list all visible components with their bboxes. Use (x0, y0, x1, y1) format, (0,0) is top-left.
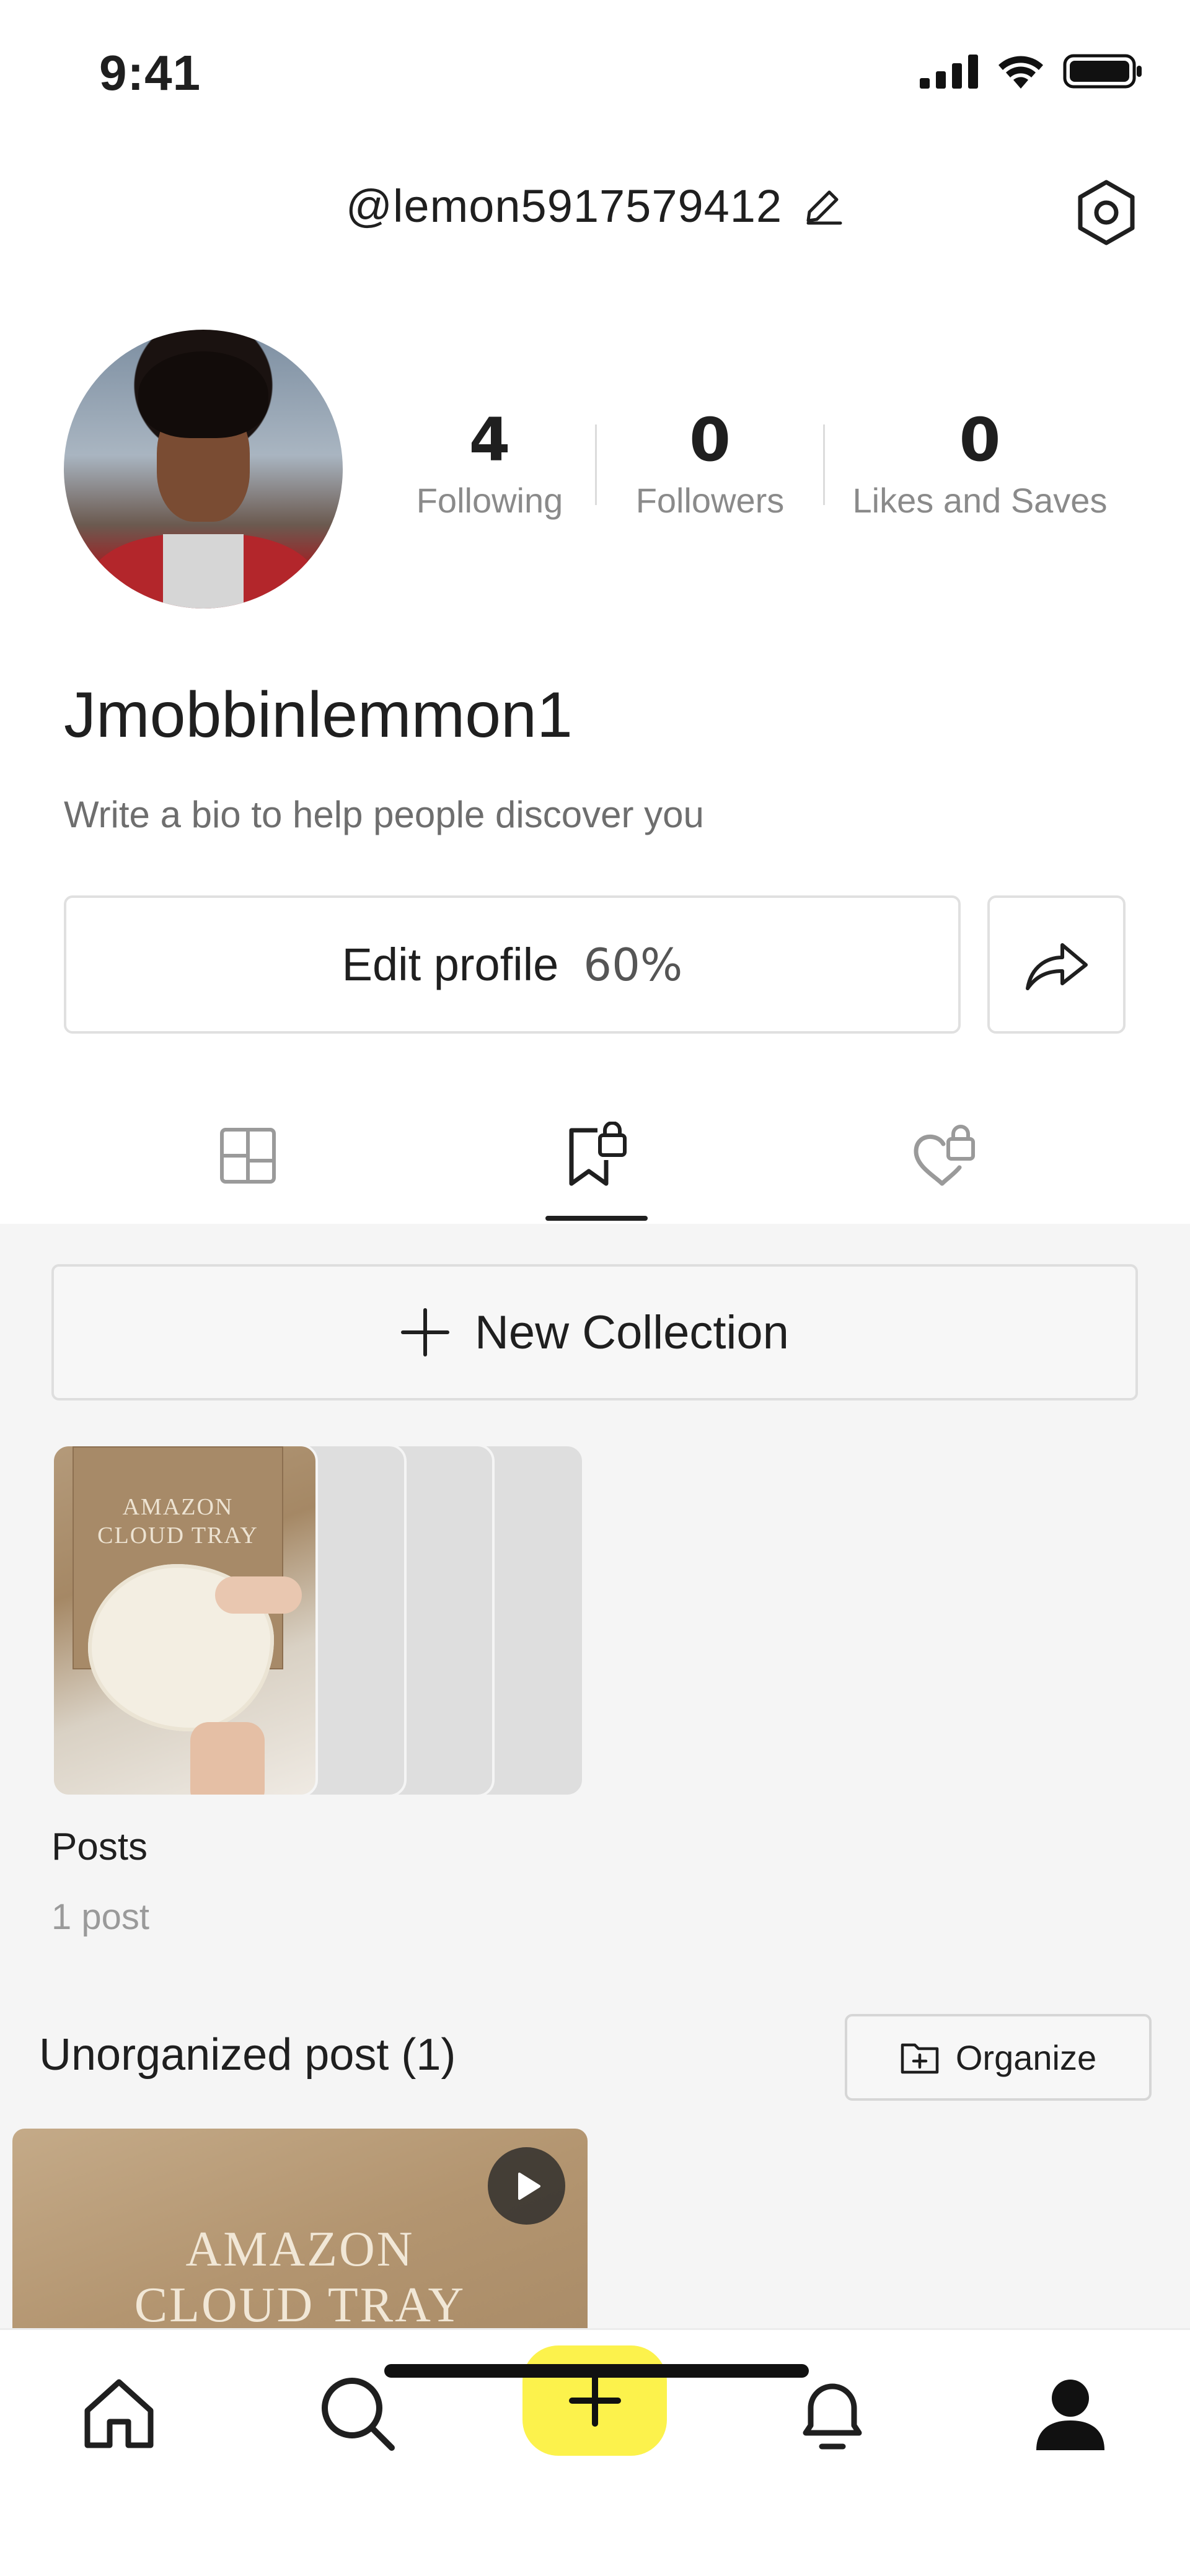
stat-label: Followers (635, 481, 785, 520)
stat-likes-saves[interactable]: 0 Likes and Saves (825, 406, 1135, 521)
stat-value: 0 (689, 405, 731, 475)
plus-icon (401, 1308, 450, 1356)
organize-label: Organize (955, 2038, 1097, 2077)
tab-posts[interactable] (211, 1119, 285, 1193)
edit-profile-button[interactable]: Edit profile 60% (64, 895, 961, 1034)
collection-card[interactable]: AMAZON CLOUD TRAY (51, 1444, 584, 1797)
organize-button[interactable]: Organize (845, 2014, 1152, 2101)
cover-text-line: AMAZON (122, 1494, 234, 1520)
home-indicator (384, 2364, 809, 2378)
post-thumbnail[interactable]: AMAZON CLOUD TRAY (12, 2129, 588, 2328)
post-thumb-text-line: AMAZON (185, 2222, 415, 2277)
post-thumb-text-line: CLOUD TRAY (134, 2278, 466, 2328)
tab-liked[interactable] (907, 1119, 981, 1193)
username-row[interactable]: @lemon5917579412 (0, 180, 1190, 232)
nav-notifications[interactable] (786, 2367, 879, 2460)
status-bar: 9:41 (0, 0, 1190, 143)
profile-header: @lemon5917579412 (0, 155, 1190, 266)
wifi-icon (998, 56, 1043, 89)
status-icons (920, 53, 1144, 90)
profile-completion: 60% (583, 938, 683, 991)
play-icon (488, 2147, 565, 2225)
unorganized-title: Unorganized post (1) (39, 2030, 456, 2080)
username: @lemon5917579412 (345, 180, 783, 232)
avatar-hair (138, 351, 268, 438)
collection-cover-image: AMAZON CLOUD TRAY (51, 1444, 318, 1797)
post-thumb-text: AMAZON CLOUD TRAY (12, 2222, 588, 2328)
tab-saved[interactable] (560, 1119, 634, 1193)
home-icon (84, 2379, 154, 2448)
avatar[interactable] (64, 330, 343, 609)
signal-icon (920, 54, 978, 89)
active-tab-indicator (545, 1216, 648, 1221)
stat-label: Following (416, 481, 563, 520)
cover-text: AMAZON CLOUD TRAY (79, 1493, 277, 1550)
cover-hand (190, 1722, 265, 1795)
stat-label: Likes and Saves (852, 481, 1108, 520)
stat-value: 4 (469, 405, 511, 475)
stat-followers[interactable]: 0 Followers (597, 406, 823, 521)
cover-hand (215, 1576, 302, 1614)
display-name: Jmobbinlemmon1 (64, 679, 573, 751)
create-post-button[interactable] (522, 2345, 667, 2456)
new-collection-button[interactable]: New Collection (51, 1264, 1138, 1400)
battery-icon (1063, 54, 1142, 89)
nav-profile[interactable] (1024, 2367, 1117, 2460)
profile-tabs (0, 1081, 1190, 1224)
grid-icon (220, 1128, 276, 1184)
stat-value: 0 (959, 405, 1001, 475)
bell-icon (803, 2383, 862, 2450)
plus-icon (568, 2375, 621, 2427)
collection-title[interactable]: Posts (51, 1825, 148, 1869)
share-arrow-icon (1025, 943, 1088, 990)
nav-search[interactable] (311, 2367, 404, 2460)
profile-stats: 4 Following 0 Followers 0 Likes and Save… (384, 406, 1140, 530)
search-icon (322, 2378, 395, 2451)
saved-content: New Collection AMAZON CLOUD TRAY Posts 1… (0, 1224, 1190, 2328)
heart-lock-icon (914, 1125, 975, 1186)
avatar-tee (163, 534, 244, 609)
settings-icon[interactable] (1072, 178, 1140, 247)
share-profile-button[interactable] (987, 895, 1126, 1034)
new-collection-label: New Collection (475, 1306, 789, 1359)
edit-pencil-icon[interactable] (801, 185, 844, 228)
cover-text-line: CLOUD TRAY (97, 1523, 258, 1549)
status-time: 9:41 (99, 45, 201, 100)
folder-plus-icon (901, 2043, 939, 2074)
edit-profile-label: Edit profile (342, 939, 559, 990)
bookmark-lock-icon (569, 1122, 627, 1186)
profile-icon (1036, 2380, 1104, 2450)
nav-home[interactable] (73, 2367, 165, 2460)
bio-placeholder[interactable]: Write a bio to help people discover you (64, 793, 704, 836)
stat-following[interactable]: 4 Following (384, 406, 595, 521)
collection-count: 1 post (51, 1897, 149, 1937)
